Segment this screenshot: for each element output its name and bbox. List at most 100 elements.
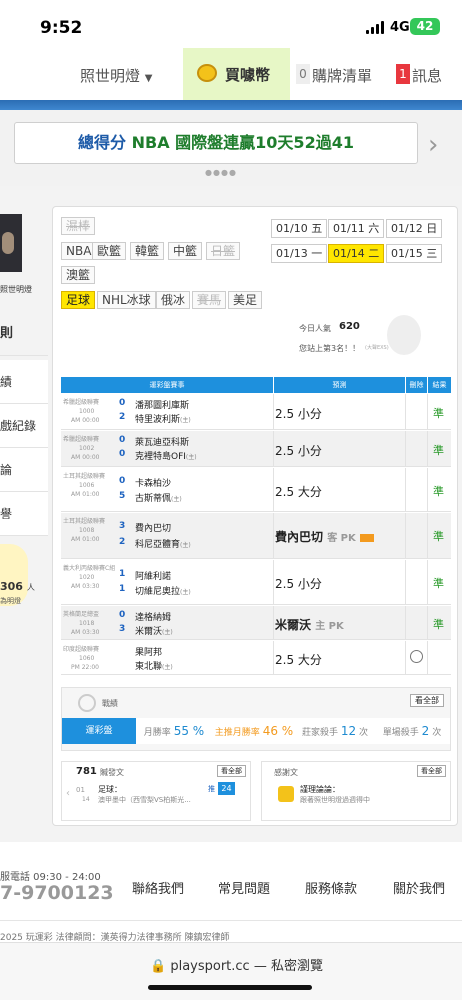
team-away: 達格納姆 [135,613,172,623]
stat-label: 主推月勝率 [214,728,260,738]
stat-unit: 次 [359,728,369,738]
user-menu[interactable]: 照世明燈 ▼ [80,65,153,86]
prediction-team: 米爾沃 [275,618,312,632]
sidebar-item-history[interactable]: 戲紀錄 [0,404,48,448]
messages-link[interactable]: 訊息 [412,65,442,86]
banner-text: NBA 國際盤連贏10天52過41 [131,133,354,152]
thanks-desc[interactable]: 跟著照世明燈過週得中 [300,795,370,805]
game-time: PM 22:00 [71,664,99,671]
footer-link-faq[interactable]: 常見問題 [218,878,270,897]
team-home: 特里波利斯(主) [135,412,191,425]
url-field[interactable]: 🔒 playsport.cc — 私密瀏覽 [150,955,323,974]
sport-tag[interactable]: 濕棒 [61,217,96,235]
top-nav: 照世明燈 ▼ 買噱幣 0 購牌清單 1 訊息 [0,48,462,100]
sport-tag[interactable]: NHL冰球 [97,291,156,309]
divider [273,641,274,674]
prediction: 2.5 小分 [275,407,322,421]
score: 0 [119,476,126,486]
delete-radio[interactable] [410,650,423,663]
carousel-dots: ●●●● [205,168,237,177]
chevron-left-icon[interactable]: ‹ [66,788,70,799]
thanks-view-all-button[interactable]: 看全部 [417,765,446,777]
article-title[interactable]: 足球： [98,784,122,795]
team-home: 克裡特島OFI(主) [135,449,197,462]
sport-tag[interactable]: 歐籃 [92,242,127,260]
record-view-all-button[interactable]: 看全部 [410,694,444,707]
date-tab[interactable]: 01/11 六 [328,219,385,238]
date-tab[interactable]: 01/12 日 [386,219,443,238]
team-away: 潘那圖利庫斯 [135,401,190,411]
league-name: 英格蘭足總盃 [63,611,100,618]
divider [427,513,428,558]
league-info: 希臘超級聯賽 1000 AM 00:00 [63,398,119,425]
sport-tag[interactable]: 日籃 [206,242,241,260]
divider [405,468,406,511]
date-tab-selected[interactable]: 01/14 二 [328,244,385,263]
thanks-title[interactable]: 謹理論論： [300,784,340,795]
game-time: AM 01:00 [71,491,100,498]
browser-url-bar: 🔒 playsport.cc — 私密瀏覽 [0,942,462,1000]
game-code: 1020 [79,574,95,581]
table-row[interactable]: 土耳其超級聯賽 1006 AM 01:00 0 卡森柏沙 5 古斯蒂佩(主) 2.5… [61,468,451,512]
home-indicator[interactable] [148,985,312,990]
banner: 總得分 NBA 國際盤連贏10天52過41 › ●●●● [0,110,462,186]
chevron-right-icon[interactable]: › [428,130,438,160]
target-icon [78,694,96,712]
footer-link-about[interactable]: 關於我們 [393,878,445,897]
prediction: 2.5 大分 [275,485,322,499]
sidebar-item-rules[interactable]: 則 [0,312,48,356]
table-row[interactable]: 希臘超級聯賽 1000 AM 00:00 0 潘那圖利庫斯 2 特里波利斯(主) 2… [61,394,451,430]
date-tab[interactable]: 01/15 三 [386,244,443,263]
footer-link-contact[interactable]: 聯絡我們 [132,878,184,897]
articles-view-all-button[interactable]: 看全部 [217,765,246,777]
articles-count: 781 [76,766,97,777]
sport-tag[interactable]: 中籃 [168,242,203,260]
stat-value: 12 [340,724,357,738]
sport-tag-selected[interactable]: 足球 [61,291,96,309]
footer-link-terms[interactable]: 服務條款 [305,878,357,897]
score: 0 [119,398,126,408]
team-home-name: 切維尼奧拉 [135,587,181,597]
home-marker: (主) [180,589,191,596]
sport-tag[interactable]: 賽馬 [192,291,227,309]
divider [273,560,274,604]
banner-headline[interactable]: 總得分 NBA 國際盤連贏10天52過41 [14,122,418,164]
buy-coin-button[interactable]: 買噱幣 [183,48,290,100]
score: 3 [119,624,126,634]
sport-tag[interactable]: 俄冰 [156,291,191,309]
sport-tag[interactable]: 韓籃 [130,242,165,260]
team-home: 米爾沃(主) [135,624,173,637]
table-row[interactable]: 英格蘭足總盃 1018 AM 03:30 0 達格納姆 3 米爾沃(主) 米爾沃 主… [61,606,451,640]
avatar[interactable] [0,214,22,272]
game-time: AM 00:00 [71,454,100,461]
sidebar-item-record[interactable]: 績 [0,360,48,404]
date-tab[interactable]: 01/10 五 [271,219,328,238]
stat-main: 主推月勝率 46 % [212,718,296,744]
articles-card: 781 贓發文 看全部 ‹ 01 14 足球： 澳甲墨中（西雪梨VS柏斯光...… [61,761,251,821]
date-tab[interactable]: 01/13 一 [271,244,328,263]
score: 0 [119,435,126,445]
team-away: 阿維利諾 [135,572,172,582]
table-row[interactable]: 希臘超級聯賽 1002 AM 00:00 0 萊瓦迪亞科斯 0 克裡特島OFI(主)… [61,431,451,467]
sport-tag[interactable]: 澳籃 [61,266,96,284]
fans-count: 306 人 [0,580,35,593]
divider [405,641,406,674]
divider [405,606,406,639]
table-row[interactable]: 印度超級聯賽 1060 PM 22:00 果阿邦 東北聯(主) 2.5 大分 [61,641,451,675]
table-row[interactable]: 土耳其超級聯賽 1008 AM 01:00 3 費內巴切 2 科尼亞體育(主) 費內… [61,513,451,559]
articles-label: 贓發文 [100,768,124,777]
team-away: 卡森柏沙 [135,479,172,489]
article-desc[interactable]: 澳甲墨中（西雪梨VS柏斯光... [98,795,191,805]
article-date-top: 01 [76,786,85,794]
home-marker: (主) [171,496,182,503]
game-code: 1000 [79,408,95,415]
record-tab[interactable]: 運彩盤 [62,718,136,744]
sport-tag[interactable]: 美足 [228,291,263,309]
league-info: 英格蘭足總盃 1018 AM 03:30 [63,610,119,637]
sidebar-item-comments[interactable]: 論 [0,448,48,492]
cart-link[interactable]: 購牌清單 [312,65,372,86]
divider [427,606,428,639]
sidebar-item-reputation[interactable]: 譽 [0,492,48,536]
table-row[interactable]: 義大利丙級聯賽C組 1020 AM 03:30 1 阿維利諾 1 切維尼奧拉(主) … [61,560,451,605]
service-phone[interactable]: 7-9700123 [0,882,114,904]
